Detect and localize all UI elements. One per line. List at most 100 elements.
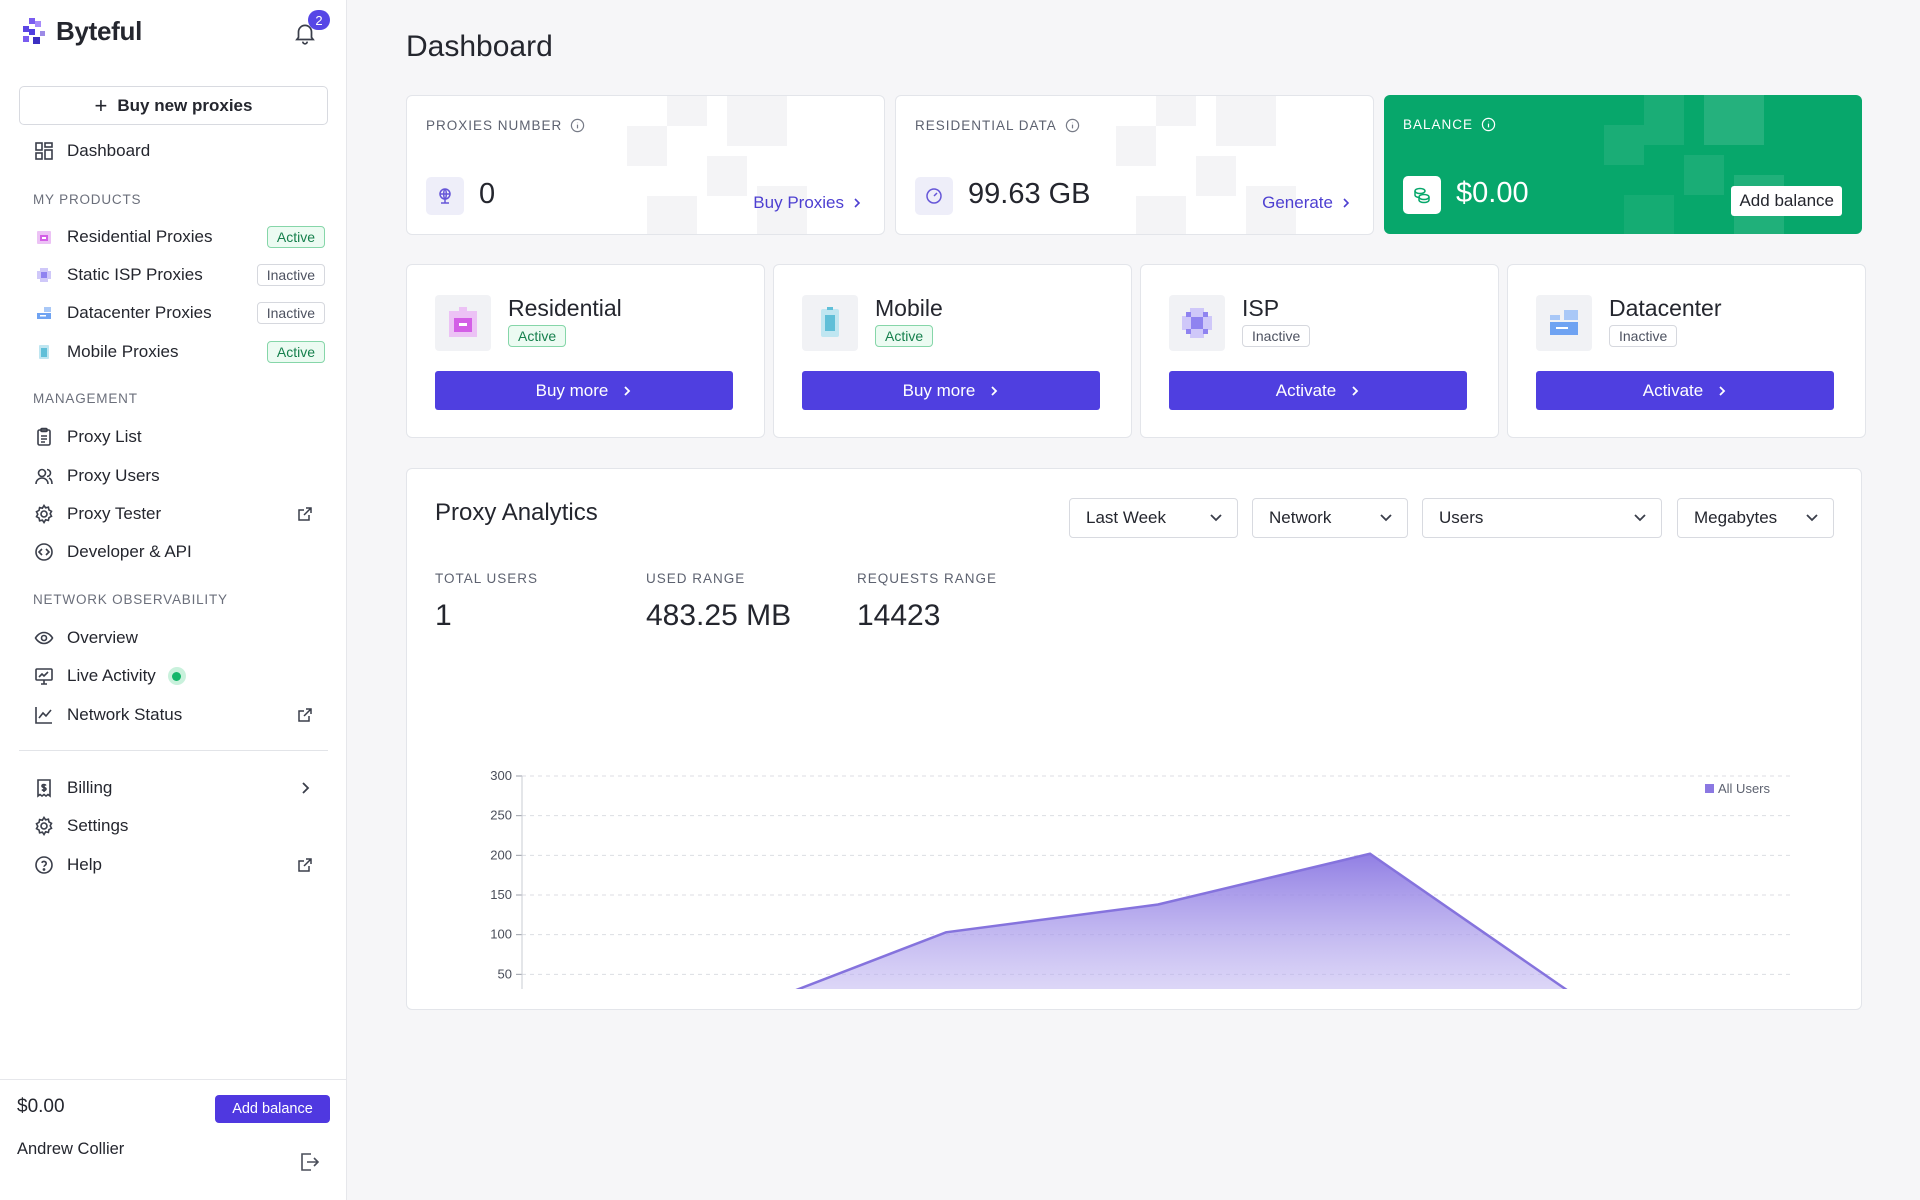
- product-title: Residential: [508, 295, 622, 321]
- y-tick-label: 300: [490, 768, 512, 783]
- brand-logo[interactable]: Byteful: [20, 16, 142, 47]
- add-balance-button[interactable]: Add balance: [1731, 186, 1842, 216]
- product-card-mobile: Mobile Active Buy more: [773, 264, 1132, 438]
- chevron-right-icon: [1343, 198, 1350, 208]
- sidebar-item-mobile-proxies[interactable]: Mobile Proxies Active: [33, 336, 327, 368]
- external-link-icon: [295, 855, 315, 875]
- grid-icon: [33, 140, 55, 162]
- info-icon[interactable]: [570, 118, 585, 133]
- sidebar-item-datacenter-proxies[interactable]: Datacenter Proxies Inactive: [33, 297, 327, 329]
- legend-label: All Users: [1718, 781, 1771, 796]
- info-icon[interactable]: [1065, 118, 1080, 133]
- chevron-down-icon: [1806, 514, 1818, 522]
- chevron-down-icon: [1634, 514, 1646, 522]
- section-management: MANAGEMENT: [33, 391, 138, 406]
- stat-label: BALANCE: [1403, 117, 1496, 132]
- sidebar-item-static-isp-proxies[interactable]: Static ISP Proxies Inactive: [33, 259, 327, 291]
- sidebar-item-label: Network Status: [67, 705, 183, 724]
- gear-icon: [33, 503, 55, 525]
- product-card-residential: Residential Active Buy more: [406, 264, 765, 438]
- residential-icon: [435, 295, 491, 351]
- datacenter-icon: [33, 302, 55, 324]
- sidebar-item-help[interactable]: Help: [33, 849, 327, 881]
- y-axis-labels: 050100150200250300: [490, 768, 512, 981]
- monitor-icon: [33, 665, 55, 687]
- eye-icon: [33, 627, 55, 649]
- status-badge: Active: [508, 325, 567, 347]
- legend-swatch: [1705, 784, 1714, 793]
- sidebar-item-label: Datacenter Proxies: [67, 303, 212, 322]
- product-card-isp: ISP Inactive Activate: [1140, 264, 1499, 438]
- buy-proxies-link[interactable]: Buy Proxies: [753, 193, 862, 213]
- sidebar-item-label: Mobile Proxies: [67, 342, 179, 361]
- y-tick-label: 150: [490, 887, 512, 902]
- external-link-icon: [295, 504, 315, 524]
- product-title: Mobile: [875, 295, 943, 321]
- period-select[interactable]: Last Week: [1069, 498, 1238, 538]
- stat-label: RESIDENTIAL DATA: [915, 118, 1080, 133]
- mobile-icon: [802, 295, 858, 351]
- select-value: Users: [1439, 508, 1484, 527]
- analytics-area-chart: 050100150200250300 05-1405-1505-1605-170…: [490, 768, 1794, 989]
- sidebar-item-settings[interactable]: Settings: [33, 810, 327, 842]
- used-range-value: 483.25 MB: [646, 599, 792, 632]
- receipt-icon: [33, 777, 55, 799]
- chevron-right-icon: [854, 198, 861, 208]
- isp-icon: [1169, 295, 1225, 351]
- select-value: Last Week: [1086, 508, 1167, 527]
- residential-icon: [33, 226, 55, 248]
- status-badge: Inactive: [1609, 325, 1678, 347]
- proxies-number-card: PROXIES NUMBER 0 Buy Proxies: [406, 95, 885, 235]
- activate-button[interactable]: Activate: [1536, 371, 1834, 410]
- generate-label: Generate: [1262, 193, 1333, 212]
- sidebar-item-proxy-tester[interactable]: Proxy Tester: [33, 498, 327, 530]
- balance-card: BALANCE $0.00 Add balance: [1384, 95, 1862, 234]
- sidebar-item-label: Settings: [67, 816, 129, 835]
- button-label: Activate: [1275, 380, 1337, 400]
- select-value: Network: [1269, 508, 1332, 527]
- unit-select[interactable]: Megabytes: [1677, 498, 1834, 538]
- chart-line-icon: [33, 704, 55, 726]
- buy-more-button[interactable]: Buy more: [435, 371, 733, 410]
- sidebar-item-developer-api[interactable]: Developer & API: [33, 536, 327, 568]
- buy-more-button[interactable]: Buy more: [802, 371, 1100, 410]
- code-icon: [33, 541, 55, 563]
- y-tick-label: 250: [490, 808, 512, 823]
- generate-link[interactable]: Generate: [1262, 193, 1351, 213]
- users-select[interactable]: Users: [1422, 498, 1662, 538]
- sidebar-item-dashboard[interactable]: Dashboard: [33, 135, 327, 167]
- sidebar-item-network-status[interactable]: Network Status: [33, 699, 327, 731]
- status-badge: Inactive: [1242, 325, 1311, 347]
- button-label: Buy more: [902, 380, 976, 400]
- info-icon[interactable]: [1481, 117, 1496, 132]
- residential-data-value: 99.63 GB: [968, 178, 1091, 210]
- sidebar-item-proxy-users[interactable]: Proxy Users: [33, 460, 327, 492]
- sidebar-item-label: Proxy Users: [67, 466, 160, 485]
- sidebar-item-label: Overview: [67, 628, 138, 647]
- globe-pin-icon: [426, 177, 464, 215]
- activate-button[interactable]: Activate: [1169, 371, 1467, 410]
- section-network-observability: NETWORK OBSERVABILITY: [33, 592, 228, 607]
- sidebar-item-live-activity[interactable]: Live Activity: [33, 660, 327, 692]
- sidebar-item-proxy-list[interactable]: Proxy List: [33, 421, 327, 453]
- network-select[interactable]: Network: [1252, 498, 1408, 538]
- buy-new-proxies-button[interactable]: + Buy new proxies: [19, 86, 328, 125]
- sidebar-add-balance-button[interactable]: Add balance: [215, 1095, 330, 1123]
- status-badge: Inactive: [256, 264, 325, 286]
- byteful-logo-icon: [23, 17, 45, 44]
- sidebar-item-residential-proxies[interactable]: Residential Proxies Active: [33, 221, 327, 253]
- sidebar-item-billing[interactable]: Billing: [33, 772, 327, 804]
- sidebar-item-label: Help: [67, 855, 102, 874]
- chevron-right-icon: [991, 385, 998, 396]
- external-link-icon: [295, 705, 315, 725]
- sidebar-item-overview[interactable]: Overview: [33, 622, 327, 654]
- button-label: Buy more: [535, 380, 609, 400]
- stat-label: PROXIES NUMBER: [426, 118, 585, 133]
- requests-range-value: 14423: [857, 599, 941, 632]
- product-title: ISP: [1242, 295, 1280, 321]
- metric-label: TOTAL USERS: [435, 571, 539, 586]
- status-badge: Active: [266, 226, 325, 248]
- notification-count-badge: 2: [308, 10, 330, 30]
- logout-icon[interactable]: [297, 1150, 321, 1174]
- sidebar-balance: $0.00: [17, 1096, 65, 1117]
